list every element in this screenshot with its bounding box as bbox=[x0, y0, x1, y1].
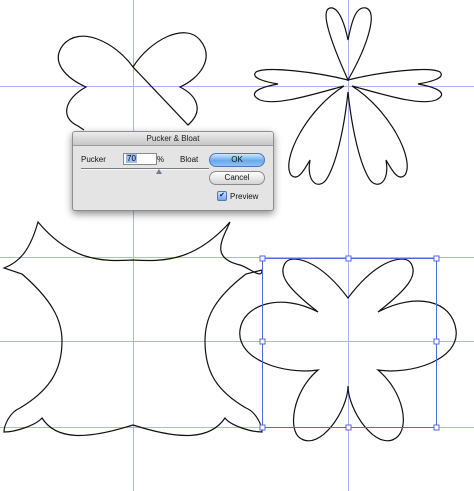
bloat-label: Bloat bbox=[180, 155, 199, 164]
selection-handle[interactable] bbox=[259, 338, 266, 345]
selection-handle[interactable] bbox=[259, 255, 266, 262]
preview-label: Preview bbox=[230, 191, 259, 201]
cancel-button[interactable]: Cancel bbox=[209, 171, 265, 185]
amount-input[interactable]: 70 bbox=[123, 153, 157, 165]
selection-handle[interactable] bbox=[433, 424, 440, 431]
preview-option[interactable]: ✔ Preview bbox=[217, 191, 258, 201]
amount-slider-thumb[interactable] bbox=[156, 169, 162, 174]
dialog-title: Pucker & Bloat bbox=[73, 132, 273, 146]
pucker-label: Pucker bbox=[81, 155, 106, 164]
bloated-clover[interactable] bbox=[239, 258, 457, 442]
bloated-shape[interactable] bbox=[57, 32, 207, 131]
amount-slider-track[interactable] bbox=[81, 168, 209, 170]
selection-handle[interactable] bbox=[433, 255, 440, 262]
selection-handle[interactable] bbox=[345, 255, 352, 262]
percent-label: % bbox=[157, 155, 165, 164]
selection-handle[interactable] bbox=[433, 338, 440, 345]
ok-button[interactable]: OK bbox=[209, 153, 265, 167]
artboard[interactable] bbox=[0, 0, 474, 491]
preview-checkbox[interactable]: ✔ bbox=[217, 191, 227, 201]
pucker-bloat-dialog: Pucker & Bloat Pucker 70 % Bloat OK Canc… bbox=[72, 131, 274, 211]
selection-handle[interactable] bbox=[345, 424, 352, 431]
selection-handle[interactable] bbox=[259, 424, 266, 431]
amount-value[interactable]: 70 bbox=[126, 154, 137, 163]
